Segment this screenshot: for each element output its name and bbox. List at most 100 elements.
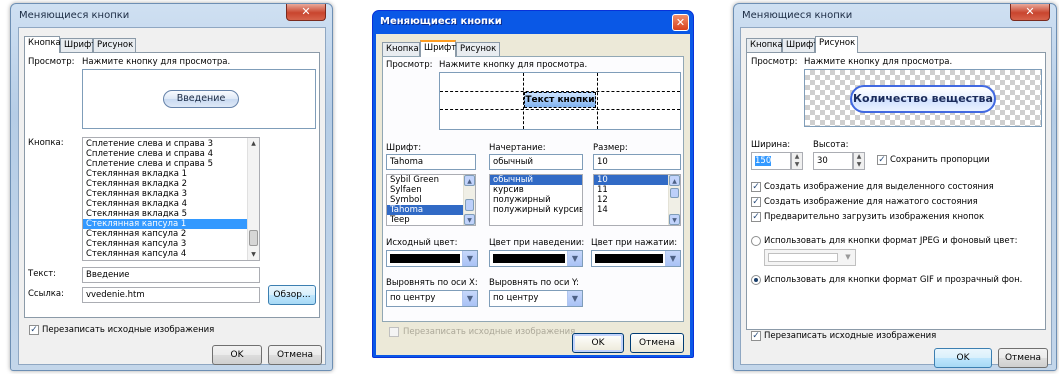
list-item[interactable]: курсив: [490, 185, 582, 195]
list-item[interactable]: Стеклянная вкладка 5: [83, 209, 259, 219]
height-input[interactable]: 30: [813, 152, 853, 170]
style-input[interactable]: обычный: [489, 154, 583, 170]
close-button[interactable]: ✕: [286, 4, 326, 21]
list-scrollbar[interactable]: ▲ ▼: [247, 138, 259, 260]
jpeg-radio[interactable]: [751, 236, 761, 246]
ok-button[interactable]: OK: [934, 348, 992, 368]
bg-color-picker[interactable]: ▼: [764, 249, 856, 266]
color-source-picker[interactable]: ▼: [386, 250, 478, 267]
width-input[interactable]: 150: [751, 152, 791, 170]
pressed-state-checkbox[interactable]: ✓: [751, 197, 761, 207]
tab-button[interactable]: Кнопка: [746, 38, 783, 52]
color-press-picker[interactable]: ▼: [591, 250, 681, 267]
tab-font[interactable]: Шрифт: [782, 38, 818, 52]
link-input[interactable]: vvedenie.htm: [82, 287, 260, 303]
chevron-down-icon[interactable]: ▼: [462, 251, 477, 266]
list-item[interactable]: Стеклянная вкладка 1: [83, 169, 259, 179]
width-spinner[interactable]: ▲ ▼: [791, 152, 803, 170]
close-button[interactable]: ✕: [672, 14, 689, 31]
ok-button[interactable]: OK: [212, 345, 262, 365]
jpeg-radio-label: Использовать для кнопки формат JPEG и фо…: [764, 236, 1018, 246]
overwrite-checkbox[interactable]: ✓: [29, 325, 39, 335]
width-label: Ширина:: [751, 140, 791, 150]
preload-checkbox[interactable]: ✓: [751, 212, 761, 222]
list-item[interactable]: полужирный курсив: [490, 205, 582, 215]
gif-radio[interactable]: [751, 275, 761, 285]
browse-button[interactable]: Обзор...: [268, 285, 316, 305]
height-label: Высота:: [813, 140, 849, 150]
list-item[interactable]: Стеклянная капсула 2: [83, 229, 259, 239]
chevron-down-icon[interactable]: ▼: [843, 253, 853, 261]
list-scrollbar[interactable]: ▲ ▼: [463, 175, 475, 225]
spin-down-icon[interactable]: ▼: [792, 161, 802, 169]
tab-button[interactable]: Кнопка: [382, 42, 420, 56]
chevron-down-icon[interactable]: ▼: [462, 291, 477, 306]
scroll-up-icon[interactable]: ▲: [464, 175, 475, 186]
list-item-selected[interactable]: обычный: [490, 175, 582, 185]
keep-ratio-checkbox[interactable]: ✓: [877, 155, 887, 165]
list-item[interactable]: Сплетение слева и справа 5: [83, 159, 259, 169]
scroll-thumb[interactable]: [249, 230, 258, 246]
spin-up-icon[interactable]: ▲: [792, 153, 802, 161]
scroll-down-icon[interactable]: ▼: [248, 249, 259, 260]
pressed-state-label: Создать изображение для нажатого состоян…: [764, 197, 978, 207]
spin-down-icon[interactable]: ▼: [854, 161, 864, 169]
list-item[interactable]: полужирный: [490, 195, 582, 205]
list-item[interactable]: Teep: [387, 215, 475, 225]
font-input[interactable]: Tahoma: [386, 154, 476, 170]
preview-button[interactable]: Введение: [163, 90, 239, 108]
overwrite-checkbox[interactable]: ✓: [751, 331, 761, 341]
ok-button[interactable]: OK: [572, 333, 624, 353]
size-input[interactable]: 10: [593, 154, 681, 170]
list-item[interactable]: Sybil Green: [387, 175, 475, 185]
tab-image[interactable]: Рисунок: [815, 36, 858, 53]
scroll-down-icon[interactable]: ▼: [464, 214, 475, 225]
tab-font[interactable]: Шрифт: [420, 40, 456, 57]
list-item[interactable]: Стеклянная капсула 3: [83, 239, 259, 249]
cancel-button[interactable]: Отмена: [268, 345, 322, 365]
list-item[interactable]: Sylfaen: [387, 185, 475, 195]
font-list[interactable]: Sybil Green Sylfaen Symbol Tahoma Teep ▲…: [386, 174, 476, 226]
tab-image[interactable]: Рисунок: [93, 38, 136, 52]
scroll-up-icon[interactable]: ▲: [248, 138, 259, 149]
align-x-select[interactable]: по центру ▼: [386, 290, 478, 307]
preview-button[interactable]: Текст кнопки: [524, 92, 596, 108]
scroll-thumb[interactable]: [670, 188, 679, 198]
list-item-selected[interactable]: Стеклянная капсула 1: [83, 219, 259, 229]
scroll-thumb[interactable]: [465, 199, 474, 211]
tab-font[interactable]: Шрифт: [60, 38, 96, 52]
color-hover-picker[interactable]: ▼: [489, 250, 583, 267]
list-item[interactable]: Стеклянная вкладка 3: [83, 189, 259, 199]
close-button[interactable]: ✕: [1010, 4, 1050, 21]
list-item[interactable]: Стеклянная вкладка 4: [83, 199, 259, 209]
cancel-button[interactable]: Отмена: [630, 333, 684, 353]
size-list[interactable]: 10 11 12 14 ▲ ▼: [593, 174, 681, 226]
chevron-down-icon[interactable]: ▼: [567, 291, 582, 306]
button-style-list[interactable]: Сплетение слева и справа 3 Сплетение сле…: [82, 137, 260, 261]
tab-panel: Просмотр: Нажмите кнопку для просмотра. …: [746, 52, 1046, 330]
tab-image[interactable]: Рисунок: [456, 42, 500, 56]
height-spinner[interactable]: ▲ ▼: [853, 152, 865, 170]
style-list[interactable]: обычный курсив полужирный полужирный кур…: [489, 174, 583, 226]
preview-button[interactable]: Количество вещества: [850, 85, 996, 113]
spin-up-icon[interactable]: ▲: [854, 153, 864, 161]
list-item[interactable]: Стеклянная капсула 4: [83, 249, 259, 259]
text-input[interactable]: Введение: [82, 267, 260, 283]
list-scrollbar[interactable]: ▲ ▼: [668, 175, 680, 225]
scroll-up-icon[interactable]: ▲: [669, 175, 680, 186]
font-label: Шрифт:: [386, 143, 422, 153]
list-item-selected[interactable]: Tahoma: [387, 205, 475, 215]
cancel-button[interactable]: Отмена: [998, 348, 1048, 368]
selected-state-checkbox[interactable]: ✓: [751, 182, 761, 192]
chevron-down-icon[interactable]: ▼: [567, 251, 582, 266]
align-y-select[interactable]: по центру ▼: [489, 290, 583, 307]
chevron-down-icon[interactable]: ▼: [665, 251, 680, 266]
overwrite-checkbox[interactable]: [389, 327, 399, 337]
list-item[interactable]: Сплетение слева и справа 4: [83, 149, 259, 159]
scroll-down-icon[interactable]: ▼: [669, 214, 680, 225]
tab-button[interactable]: Кнопка: [24, 36, 61, 53]
list-item[interactable]: Symbol: [387, 195, 475, 205]
width-value: 150: [755, 156, 772, 166]
list-item[interactable]: Сплетение слева и справа 3: [83, 139, 259, 149]
list-item[interactable]: Стеклянная вкладка 2: [83, 179, 259, 189]
